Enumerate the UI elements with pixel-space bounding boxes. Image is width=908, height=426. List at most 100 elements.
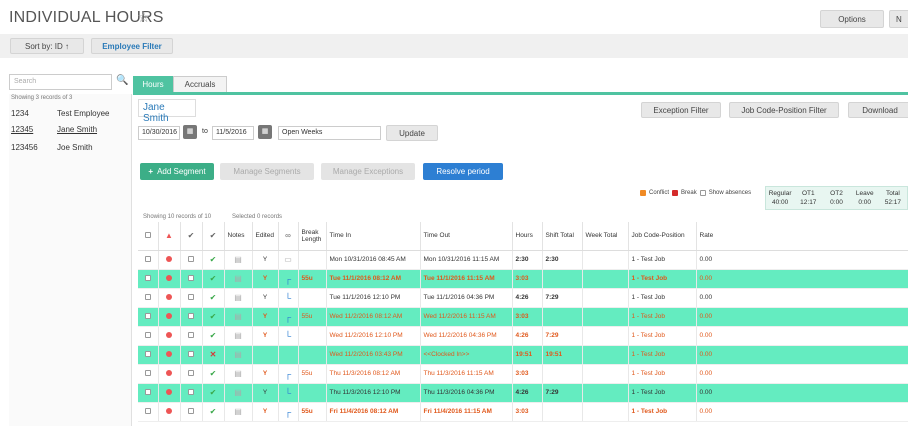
date-from-field[interactable]: 10/30/2016 [138, 126, 180, 140]
col-hours[interactable]: Hours [512, 222, 543, 251]
time-out-cell[interactable]: Tue 11/1/2016 04:36 PM [420, 288, 513, 308]
approve-checkbox[interactable] [180, 364, 203, 384]
row-checkbox[interactable] [138, 269, 159, 289]
row-checkbox[interactable] [138, 250, 159, 270]
col-time-out[interactable]: Time Out [420, 222, 513, 251]
time-out-cell[interactable]: Mon 10/31/2016 11:15 AM [420, 250, 513, 270]
table-row[interactable]: ✔ ▤ Y ┌ 55u Thu 11/3/2016 08:12 AM Thu 11/3/20… [138, 364, 908, 384]
exception-filter-button[interactable]: Exception Filter [641, 102, 721, 118]
approve-checkbox[interactable] [180, 307, 203, 327]
hours-cell: 4:26 [512, 383, 543, 403]
table-row[interactable]: ✔ ▤ Y ▭ Mon 10/31/2016 08:45 AM Mon 10/31/201… [138, 250, 908, 270]
note-icon[interactable]: ▤ [224, 364, 253, 384]
time-in-cell[interactable]: Mon 10/31/2016 08:45 AM [326, 250, 421, 270]
resolve-period-button[interactable]: Resolve period [423, 163, 503, 180]
job-code-filter-button[interactable]: Job Code-Position Filter [729, 102, 839, 118]
note-icon[interactable]: ▤ [224, 288, 253, 308]
col-week-total[interactable]: Week Total [582, 222, 629, 251]
col-shift-total[interactable]: Shift Total [542, 222, 583, 251]
star-icon[interactable]: ☆ [137, 8, 150, 26]
approve-checkbox[interactable] [180, 269, 203, 289]
next-button[interactable]: N [889, 10, 908, 28]
time-in-cell[interactable]: Thu 11/3/2016 12:10 PM [326, 383, 421, 403]
table-row[interactable]: ✔ ▤ Y └ Wed 11/2/2016 12:10 PM Wed 11/2/2016 … [138, 326, 908, 346]
note-icon[interactable]: ▤ [224, 402, 253, 422]
employee-row-selected[interactable]: 12345 Jane Smith [11, 125, 97, 134]
col-time-in[interactable]: Time In [326, 222, 421, 251]
select-all-checkbox[interactable] [138, 222, 159, 251]
search-icon[interactable]: 🔍 [116, 75, 130, 89]
manage-segments-button[interactable]: Manage Segments [220, 163, 314, 180]
row-checkbox[interactable] [138, 326, 159, 346]
tab-accruals[interactable]: Accruals [173, 76, 227, 92]
table-row[interactable]: ✕ ▤ Wed 11/2/2016 03:43 PM <<Clocked In>> 19… [138, 345, 908, 365]
time-in-cell[interactable]: Fri 11/4/2016 08:12 AM [326, 402, 421, 422]
calendar-icon[interactable]: ▦ [183, 125, 197, 139]
row-checkbox[interactable] [138, 288, 159, 308]
col-rate[interactable]: Rate [696, 222, 908, 251]
time-out-cell[interactable]: Thu 11/3/2016 04:36 PM [420, 383, 513, 403]
approve-checkbox[interactable] [180, 326, 203, 346]
col-edited[interactable]: Edited [252, 222, 279, 251]
manage-exceptions-button[interactable]: Manage Exceptions [321, 163, 415, 180]
time-in-cell[interactable]: Wed 11/2/2016 08:12 AM [326, 307, 421, 327]
time-in-cell[interactable]: Thu 11/3/2016 08:12 AM [326, 364, 421, 384]
add-segment-button[interactable]: + Add Segment [140, 163, 214, 180]
table-row[interactable]: ✔ ▤ Y ┌ 55u Fri 11/4/2016 08:12 AM Fri 11/4/20… [138, 402, 908, 422]
time-in-cell[interactable]: Wed 11/2/2016 12:10 PM [326, 326, 421, 346]
time-out-cell[interactable]: Fri 11/4/2016 11:15 AM [420, 402, 513, 422]
note-icon[interactable]: ▤ [224, 250, 253, 270]
time-out-cell[interactable]: Wed 11/2/2016 11:15 AM [420, 307, 513, 327]
col-break-length[interactable]: Break Length [298, 222, 327, 251]
col-job-code[interactable]: Job Code-Position [628, 222, 697, 251]
table-row[interactable]: ✔ ▤ Y ┌ 55u Wed 11/2/2016 08:12 AM Wed 11/2/20… [138, 307, 908, 327]
employee-selector[interactable]: Jane Smith [138, 99, 196, 124]
row-checkbox[interactable] [138, 364, 159, 384]
approve-checkbox[interactable] [180, 402, 203, 422]
time-in-cell[interactable]: Tue 11/1/2016 12:10 PM [326, 288, 421, 308]
show-absences-checkbox[interactable] [699, 190, 706, 196]
search-input[interactable]: Search [9, 74, 112, 90]
employee-row[interactable]: 1234 Test Employee [11, 109, 109, 118]
time-out-cell[interactable]: Thu 11/3/2016 11:15 AM [420, 364, 513, 384]
sort-by-button[interactable]: Sort by: ID ↑ [10, 38, 84, 54]
alert-dot [158, 307, 181, 327]
date-to-field[interactable]: 11/5/2016 [212, 126, 254, 140]
employee-filter-button[interactable]: Employee Filter [91, 38, 173, 54]
time-out-cell[interactable]: Tue 11/1/2016 11:15 AM [420, 269, 513, 289]
table-row[interactable]: ✔ ▤ Y └ Tue 11/1/2016 12:10 PM Tue 11/1/2016 … [138, 288, 908, 308]
download-button[interactable]: Download [848, 102, 908, 118]
time-out-cell[interactable]: Wed 11/2/2016 04:36 PM [420, 326, 513, 346]
note-icon[interactable]: ▤ [224, 269, 253, 289]
time-in-cell[interactable]: Wed 11/2/2016 03:43 PM [326, 345, 421, 365]
row-checkbox[interactable] [138, 383, 159, 403]
break-cell [298, 326, 327, 346]
job-code-cell: 1 - Test Job [628, 250, 697, 270]
row-checkbox[interactable] [138, 307, 159, 327]
period-select[interactable]: Open Weeks [278, 126, 381, 140]
approve-checkbox[interactable] [180, 288, 203, 308]
time-in-cell[interactable]: Tue 11/1/2016 08:12 AM [326, 269, 421, 289]
note-icon[interactable]: ▤ [224, 345, 253, 365]
update-button[interactable]: Update [386, 125, 438, 141]
options-button[interactable]: Options [820, 10, 884, 28]
approve-checkbox[interactable] [180, 250, 203, 270]
job-code-cell: 1 - Test Job [628, 288, 697, 308]
note-icon[interactable]: ▤ [224, 307, 253, 327]
col-notes[interactable]: Notes [224, 222, 253, 251]
row-checkbox[interactable] [138, 345, 159, 365]
table-row[interactable]: ✔ ▤ Y ┌ 55u Tue 11/1/2016 08:12 AM Tue 11/1/20… [138, 269, 908, 289]
row-checkbox[interactable] [138, 402, 159, 422]
approve-checkbox[interactable] [180, 345, 203, 365]
note-icon[interactable]: ▤ [224, 383, 253, 403]
note-icon[interactable]: ▤ [224, 326, 253, 346]
approve-checkbox[interactable] [180, 383, 203, 403]
tab-hours[interactable]: Hours [133, 76, 173, 92]
time-out-cell[interactable]: <<Clocked In>> [420, 345, 513, 365]
employee-row[interactable]: 123456 Joe Smith [11, 143, 93, 152]
alert-dot [158, 288, 181, 308]
hours-cell: 3:03 [512, 364, 543, 384]
table-row[interactable]: ✔ ▤ Y └ Thu 11/3/2016 12:10 PM Thu 11/3/2016 … [138, 383, 908, 403]
rate-cell: 0.00 [696, 402, 908, 422]
calendar-icon[interactable]: ▦ [258, 125, 272, 139]
